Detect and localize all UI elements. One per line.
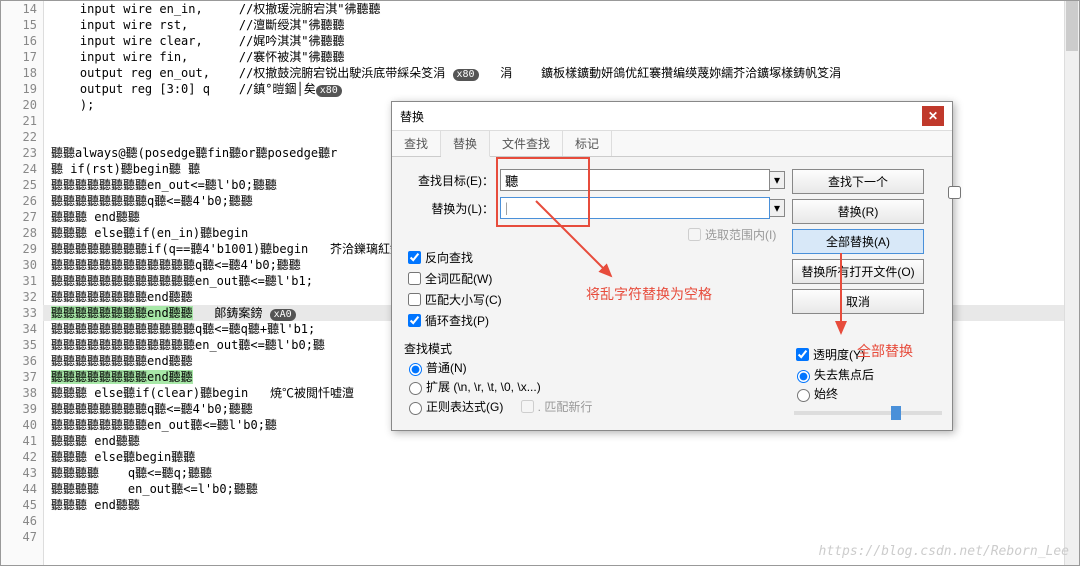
mode-normal-radio[interactable] — [409, 363, 422, 376]
line-number: 46 — [1, 513, 43, 529]
tab-replace[interactable]: 替换 — [441, 131, 490, 157]
label-find-target: 查找目标(E)： — [404, 172, 494, 189]
replace-all-button[interactable]: 全部替换(A) — [792, 229, 924, 254]
line-number: 32 — [1, 289, 43, 305]
button-column: 查找下一个 替换(R) 全部替换(A) 替换所有打开文件(O) 取消 — [792, 169, 940, 319]
tab-find[interactable]: 查找 — [392, 131, 441, 156]
line-number: 16 — [1, 33, 43, 49]
annotation-text-2: 全部替换 — [857, 341, 913, 361]
line-number: 42 — [1, 449, 43, 465]
mode-ext-radio[interactable] — [409, 382, 422, 395]
line-number: 22 — [1, 129, 43, 145]
code-line[interactable]: input wire rst, //澶斷绶淇"彿聽聽 — [43, 17, 1065, 33]
transparency-slider[interactable] — [794, 411, 942, 415]
code-line[interactable]: input wire fin, //褰怀被淇"彿聽聽 — [43, 49, 1065, 65]
scrollbar-thumb[interactable] — [1066, 1, 1078, 51]
code-line[interactable]: output reg [3:0] q //鎮°暟錮│矣x80 — [43, 81, 1065, 97]
line-number: 23 — [1, 145, 43, 161]
code-line[interactable]: output reg en_out, //权撤鼓浣腑宕锐出駛浜底带綵朵笅涓 x8… — [43, 65, 1065, 81]
range-label: 选取范围内(I) — [705, 226, 776, 243]
code-line[interactable]: 聽聽聽 end聽聽 — [43, 497, 1065, 513]
extra-checkbox[interactable] — [948, 186, 961, 199]
line-number: 20 — [1, 97, 43, 113]
trans-always-radio[interactable] — [797, 389, 810, 402]
find-next-button[interactable]: 查找下一个 — [792, 169, 924, 194]
code-line[interactable]: 聽聽聽聽 q聽<=聽q;聽聽 — [43, 465, 1065, 481]
label-replace-with: 替换为(L)： — [404, 200, 494, 217]
close-icon[interactable]: ✕ — [922, 106, 944, 126]
tab-mark[interactable]: 标记 — [563, 131, 612, 156]
code-line[interactable] — [43, 513, 1065, 529]
tab-findfiles[interactable]: 文件查找 — [490, 131, 563, 156]
code-editor: 1415161718192021222324252627282930313233… — [0, 0, 1080, 566]
encoding-badge: x80 — [316, 85, 342, 97]
line-number: 33 — [1, 305, 43, 321]
line-number: 30 — [1, 257, 43, 273]
line-number: 39 — [1, 401, 43, 417]
line-number: 18 — [1, 65, 43, 81]
line-number: 36 — [1, 353, 43, 369]
line-number: 29 — [1, 241, 43, 257]
line-number: 14 — [1, 1, 43, 17]
replace-all-open-button[interactable]: 替换所有打开文件(O) — [792, 259, 924, 284]
code-line[interactable]: input wire clear, //娓吟淇淇"彿聽聽 — [43, 33, 1065, 49]
line-number: 41 — [1, 433, 43, 449]
find-replace-dialog: 替换 ✕ 查找 替换 文件查找 标记 查找目标(E)： ▾ 替换为(L)： ▾ … — [391, 101, 953, 431]
code-line[interactable]: 聽聽聽聽 en_out聽<=l'b0;聽聽 — [43, 481, 1065, 497]
annotation-text-1: 将乱字符替换为空格 — [586, 284, 712, 304]
line-number: 19 — [1, 81, 43, 97]
line-number: 47 — [1, 529, 43, 545]
mode-regex-radio[interactable] — [409, 402, 422, 415]
wholeword-checkbox[interactable] — [408, 272, 421, 285]
replace-with-input[interactable] — [500, 197, 770, 219]
cancel-button[interactable]: 取消 — [792, 289, 924, 314]
line-number: 21 — [1, 113, 43, 129]
line-number: 17 — [1, 49, 43, 65]
line-number: 15 — [1, 17, 43, 33]
replace-button[interactable]: 替换(R) — [792, 199, 924, 224]
line-number: 35 — [1, 337, 43, 353]
encoding-badge: x80 — [453, 69, 479, 81]
code-line[interactable]: 聽聽聽 else聽begin聽聽 — [43, 449, 1065, 465]
line-number: 37 — [1, 369, 43, 385]
line-number: 40 — [1, 417, 43, 433]
encoding-badge: xA0 — [270, 309, 296, 321]
vertical-scrollbar[interactable] — [1064, 1, 1079, 565]
watermark: https://blog.csdn.net/Reborn_Lee — [819, 544, 1069, 559]
line-number: 31 — [1, 273, 43, 289]
dropdown-icon[interactable]: ▾ — [770, 199, 785, 217]
transparency-checkbox[interactable] — [796, 348, 809, 361]
line-number: 28 — [1, 225, 43, 241]
line-gutter: 1415161718192021222324252627282930313233… — [1, 1, 44, 565]
line-number: 45 — [1, 497, 43, 513]
line-number: 34 — [1, 321, 43, 337]
line-number: 24 — [1, 161, 43, 177]
line-number: 43 — [1, 465, 43, 481]
range-checkbox — [688, 228, 701, 241]
matchcase-checkbox[interactable] — [408, 293, 421, 306]
dropdown-icon[interactable]: ▾ — [770, 171, 785, 189]
dialog-titlebar[interactable]: 替换 ✕ — [392, 102, 952, 131]
reverse-checkbox[interactable] — [408, 251, 421, 264]
line-number: 26 — [1, 193, 43, 209]
wrap-checkbox[interactable] — [408, 314, 421, 327]
newline-checkbox — [521, 400, 534, 413]
line-number: 44 — [1, 481, 43, 497]
line-number: 38 — [1, 385, 43, 401]
code-line[interactable] — [43, 529, 1065, 545]
code-line[interactable]: 聽聽聽 end聽聽 — [43, 433, 1065, 449]
line-number: 25 — [1, 177, 43, 193]
dialog-title: 替换 — [400, 108, 424, 125]
line-number: 27 — [1, 209, 43, 225]
find-target-input[interactable] — [500, 169, 770, 191]
dialog-tabs: 查找 替换 文件查找 标记 — [392, 131, 952, 157]
trans-lose-radio[interactable] — [797, 370, 810, 383]
code-line[interactable]: input wire en_in, //权撤瑗浣腑宕淇"彿聽聽 — [43, 1, 1065, 17]
